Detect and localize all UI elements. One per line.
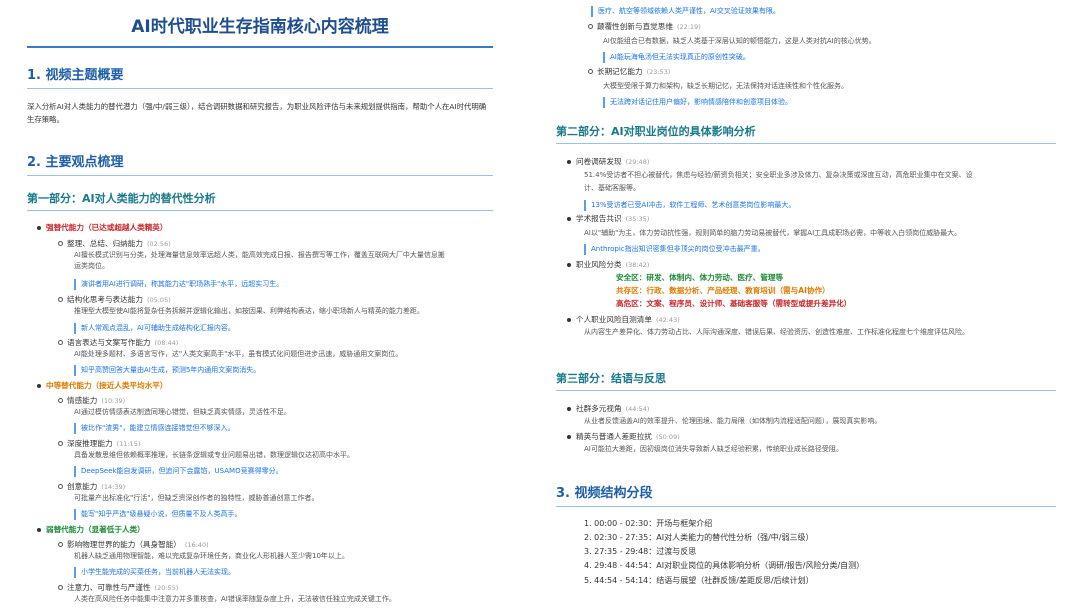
ability-item: 结构化思考与表达能力 (05:05) (58, 294, 171, 306)
finding-description: 从内容生产差异化、体力劳动占比、人际沟通深度、错误后果、经验资历、创造性难度、工… (584, 328, 969, 336)
part2-heading: 第二部分：AI对职业岗位的具体影响分析 (556, 123, 1056, 144)
medium-replacement-label: 中等替代能力（接近人类平均水平） (37, 381, 168, 390)
finding-item: 个人职业风险自测清单 (42:43) (567, 314, 680, 326)
left-column: AI时代职业生存指南核心内容梳理 1. 视频主题概要 深入分析AI对人类能力的替… (27, 0, 493, 603)
finding-item: 学术报告共识 (35:35) (566, 213, 650, 225)
ability-description: 大模型受限于算力和架构，缺乏长期记忆，无法保持对话连续性和个性化服务。 (603, 82, 848, 90)
finding-name: 问卷调研发现 (576, 157, 622, 166)
reflection-item: 精英与普通人差距拉扰 (50:09) (567, 431, 680, 443)
example-quote: 小学生能完成的买菜任务，当前机器人无法实现。 (74, 567, 235, 578)
ability-name: 深度推理能力 (67, 439, 113, 448)
finding-quote: 13%受访者已受AI冲击，软件工程师、艺术创意类岗位影响最大。 (584, 200, 795, 211)
ability-item: 语言表达与文案写作能力 (08:44) (57, 337, 179, 349)
example-quote: 新人常观点混乱，AI可辅助生成结构化汇报内容。 (74, 323, 235, 334)
ability-description: AI通过模仿情感表达制造同理心错觉，但缺乏真实情感，灵活性不足。 (74, 408, 291, 416)
structure-step: 2. 02:30 - 27:35：AI对人类能力的替代性分析（强/中/弱三级） (584, 533, 814, 542)
structure-step: 5. 44:54 - 54:14：结语与展望（社群反馈/差距反思/后续计划） (584, 576, 814, 585)
reflection-description: 从业者反馈涵盖AI的效率提升、伦理困境、能力局限（如体制内流程适配问题），展现真… (584, 417, 882, 425)
reflection-item: 社群多元视角 (44:54) (566, 403, 650, 415)
timestamp: (08:44) (154, 339, 179, 347)
timestamp: (10:39) (101, 397, 126, 405)
example-quote: 医疗、航空等领域依赖人类严谨性，AI交叉验证效果有限。 (591, 6, 780, 17)
ability-name: 整理、总结、归纳能力 (67, 239, 143, 248)
document-page: AI时代职业生存指南核心内容梳理 1. 视频主题概要 深入分析AI对人类能力的替… (0, 0, 1080, 608)
ability-item: 创意能力 (14:39) (57, 481, 126, 493)
ability-description: AI能处理多题材、多语言写作，达"人类文案高手"水平，虽有模式化问题但进步迅速，… (74, 350, 403, 358)
weak-replacement-label: 弱替代能力（显著低于人类） (37, 525, 145, 534)
ability-description-cont: 运类岗位。 (74, 262, 109, 270)
example-quote: AI能玩海龟汤但无法实现真正的原创性突破。 (603, 52, 750, 63)
example-quote: 无法跨对话记住用户偏好，影响情感陪伴和创意项目体验。 (603, 97, 792, 108)
finding-quote: Anthropic指出知识密集但非顶尖的岗位受冲击最严重。 (584, 244, 765, 255)
ability-item: 注意力、可靠性与严谨性 (20:55) (57, 582, 179, 594)
finding-name: 个人职业风险自测清单 (576, 315, 652, 324)
ability-item: 整理、总结、归纳能力 (02:56) (58, 238, 171, 250)
finding-name: 职业风险分类 (576, 260, 622, 269)
topic-summary: 深入分析AI对人类能力的替代潜力（强/中/弱三级），结合调研数据和研究报告，为职… (27, 102, 487, 124)
timestamp: (16:40) (184, 541, 209, 549)
risk-safe-zone: 安全区：研发、体制内、体力劳动、医疗、管理等 (616, 273, 784, 282)
reflection-name: 精英与普通人差距拉扰 (576, 432, 652, 441)
ability-name: 颠覆性创新与直觉思维 (597, 22, 673, 31)
finding-name: 学术报告共识 (576, 214, 622, 223)
ability-description: 可批量产出标准化"行活"，但缺乏资深创作者的独特性，威胁普通创意工作者。 (74, 494, 319, 502)
example-quote: 被比作"渣男"，能建立情感连接错觉但不够深入。 (74, 423, 234, 434)
ability-description: AI擅长模式识别与分类，处理海量信息效率远超人类，能高效完成日报、报告撰写等工作… (74, 251, 445, 259)
document-title: AI时代职业生存指南核心内容梳理 (27, 12, 493, 48)
timestamp: (05:05) (146, 296, 171, 304)
ability-name: 语言表达与文案写作能力 (67, 338, 151, 347)
example-quote: 演讲者用AI进行调研，称其能力达"职场熟手"水平，远超实习生。 (74, 279, 283, 290)
ability-description: 人类在高风险任务中能集中注意力并多重核查，AI错误率随复杂度上升，无法被信任独立… (74, 595, 396, 603)
ability-item: 深度推理能力 (11:15) (57, 438, 141, 450)
strong-replacement-label: 强替代能力（已达或超越人类精英） (37, 223, 168, 232)
ability-name: 长期记忆能力 (597, 67, 643, 76)
timestamp: (02:56) (146, 240, 171, 248)
ability-item: 长期记忆能力 (23:53) (587, 66, 671, 78)
timestamp: (22:19) (676, 23, 701, 31)
ability-name: 影响物理世界的能力（具身智能） (67, 540, 181, 549)
ability-name: 情感能力 (67, 396, 98, 405)
ability-description: 机器人缺乏通用物理智能，难以完成复杂环境任务，商业化人形机器人至少需10年以上。 (74, 552, 349, 560)
ability-name: 结构化思考与表达能力 (67, 295, 143, 304)
risk-danger-zone: 高危区：文案、程序员、设计师、基础客服等（需转型或提升差异化） (616, 299, 852, 308)
section-heading-topic: 1. 视频主题概要 (27, 64, 493, 89)
part1-heading: 第一部分：AI对人类能力的替代性分析 (27, 190, 493, 211)
example-quote: 知乎高赞回答大量由AI生成，预测5年内通用文案岗消失。 (74, 365, 260, 376)
reflection-description: AI可能拉大差距，因初级岗位消失导致新人缺乏经验积累，传统职业成长路径受阻。 (584, 445, 843, 453)
finding-description: AI以"辅助"为主，体力劳动抗性强，规则简单的脑力劳动易被替代，掌握AI工具成职… (584, 229, 962, 237)
timestamp: (23:53) (646, 68, 671, 76)
risk-coexist-zone: 共存区：行政、数据分析、产品经理、教育培训（需与AI协作） (616, 286, 830, 295)
reflection-name: 社群多元视角 (576, 404, 622, 413)
structure-step: 3. 27:35 - 29:48：过渡与反思 (584, 547, 697, 556)
structure-step: 4. 29:48 - 44:54：AI对职业岗位的具体影响分析（调研/报告/风险… (584, 561, 865, 570)
section-heading-viewpoints: 2. 主要观点梳理 (27, 151, 493, 176)
ability-name: 创意能力 (67, 482, 98, 491)
ability-item: 影响物理世界的能力（具身智能） (16:40) (58, 539, 209, 551)
timestamp: (44:54) (625, 405, 650, 413)
finding-description: 51.4%受访者不担心被替代，焦虑与经验/薪资负相关；安全职业多涉及体力、复杂决… (584, 171, 973, 179)
structure-step: 1. 00:00 - 02:30：开场与框架介绍 (584, 519, 713, 528)
finding-item: 职业风险分类 (38:42) (566, 259, 650, 271)
ability-description: AI仅能组合已有数据，缺乏人类基于深层认知的顿悟能力，这是人类对抗AI的核心优势… (603, 37, 876, 45)
ability-name: 注意力、可靠性与严谨性 (67, 583, 151, 592)
ability-item: 情感能力 (10:39) (57, 395, 126, 407)
section-heading-structure: 3. 视频结构分段 (556, 482, 1056, 507)
timestamp: (14:39) (101, 483, 126, 491)
timestamp: (42:43) (655, 316, 680, 324)
example-quote: 能写"知乎严选"级悬疑小说，但质量不及人类高手。 (74, 509, 241, 520)
timestamp: (38:42) (625, 261, 650, 269)
ability-item: 颠覆性创新与直觉思维 (22:19) (588, 21, 701, 33)
finding-description-cont: 计、基础客服等。 (584, 184, 640, 192)
timestamp: (35:35) (625, 215, 650, 223)
ability-description: 具备发散思维但依赖概率推理，长链条逻辑或专业问题易出错，数理逻辑仅达初高中水平。 (74, 451, 354, 459)
timestamp: (50:09) (655, 433, 680, 441)
finding-item: 问卷调研发现 (29:48) (566, 156, 650, 168)
example-quote: DeepSeek能自发调研，但追问下会露馅，USAMO竞赛得零分。 (74, 466, 283, 477)
part3-heading: 第三部分：结语与反思 (556, 370, 1056, 391)
timestamp: (11:15) (116, 440, 141, 448)
timestamp: (20:55) (154, 584, 179, 592)
timestamp: (29:48) (625, 158, 650, 166)
ability-description: 推理型大模型使AI能将复杂任务拆解并逻辑化输出，如按因果、利弊结构表达，缩小职场… (74, 307, 424, 315)
